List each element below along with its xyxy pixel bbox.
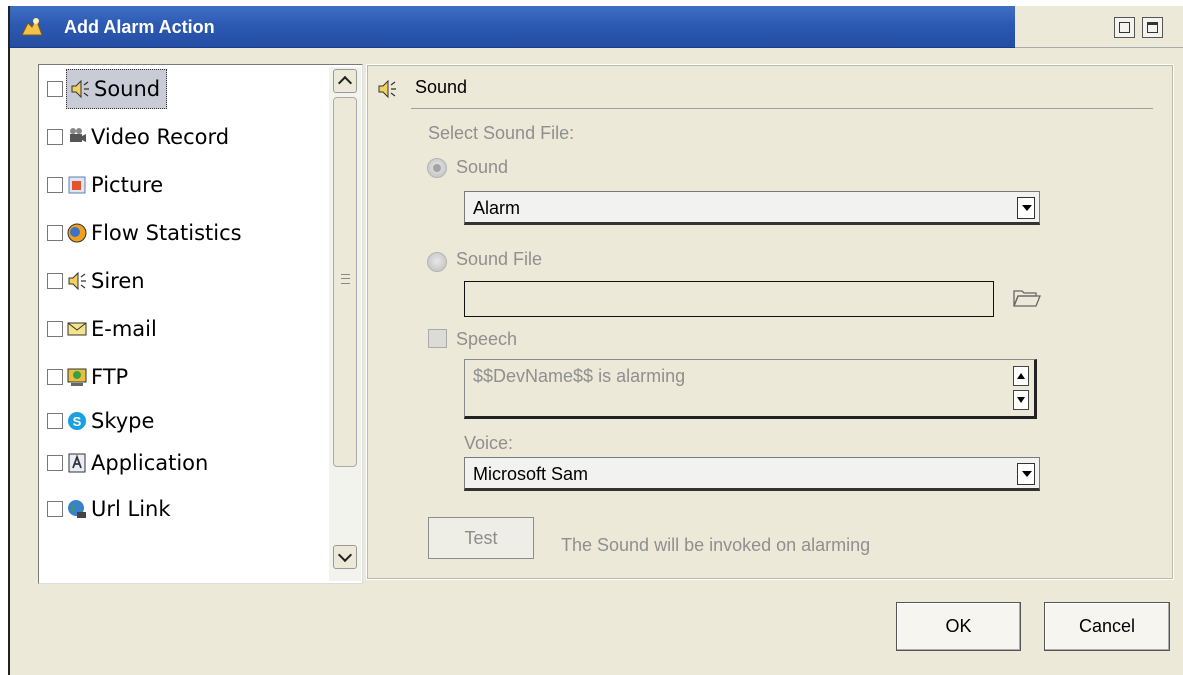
list-item-label: Url Link	[91, 497, 171, 521]
picture-icon	[68, 176, 86, 194]
app-icon	[21, 17, 43, 36]
list-item-label: Skype	[91, 409, 155, 433]
list-scrollbar[interactable]	[329, 67, 361, 581]
test-button[interactable]: Test	[428, 517, 534, 559]
grip-icon	[341, 274, 350, 284]
action-list[interactable]: Sound Video Record Picture Flow Statisti…	[38, 64, 363, 584]
title-bar[interactable]: Add Alarm Action	[10, 6, 1015, 48]
list-item-label: Picture	[91, 173, 164, 197]
application-checkbox[interactable]	[47, 455, 63, 471]
list-item-ftp[interactable]: FTP	[47, 357, 128, 397]
scrollbar-thumb[interactable]	[333, 97, 357, 467]
cancel-button[interactable]: Cancel	[1044, 602, 1170, 651]
application-icon	[68, 453, 86, 473]
picture-checkbox[interactable]	[47, 177, 63, 193]
video-record-checkbox[interactable]	[47, 129, 63, 145]
list-item-siren[interactable]: Siren	[47, 261, 145, 301]
list-item-label: Sound	[94, 77, 161, 101]
list-item-label: Video Record	[91, 125, 230, 149]
list-item-label: Flow Statistics	[91, 221, 242, 245]
folder-open-icon[interactable]	[1012, 287, 1042, 309]
globe-icon	[68, 500, 86, 518]
divider	[411, 108, 1153, 109]
sound-checkbox[interactable]	[47, 81, 63, 97]
sound-radio-label: Sound	[456, 157, 509, 177]
url-link-checkbox[interactable]	[47, 501, 63, 517]
list-item-label: FTP	[91, 365, 129, 389]
dropdown-arrow-icon[interactable]	[1017, 197, 1035, 219]
scroll-up-arrow-icon[interactable]	[1013, 366, 1029, 386]
list-item-skype[interactable]: S Skype	[47, 401, 154, 441]
list-item-sound[interactable]: Sound	[47, 69, 168, 109]
siren-checkbox[interactable]	[47, 273, 63, 289]
sound-file-input[interactable]	[464, 281, 994, 317]
maximize-icon	[1147, 22, 1158, 33]
sound-select-value: Alarm	[473, 198, 521, 218]
flow-statistics-checkbox[interactable]	[47, 225, 63, 241]
list-item-label: E-mail	[91, 317, 157, 341]
list-item-label: Application	[91, 451, 209, 475]
sound-file-radio-label: Sound File	[456, 249, 543, 269]
scroll-up-button[interactable]	[333, 69, 357, 93]
list-item-email[interactable]: E-mail	[47, 309, 157, 349]
speaker-icon	[71, 79, 89, 99]
voice-select-value: Microsoft Sam	[473, 464, 589, 484]
restore-button[interactable]	[1114, 17, 1135, 38]
list-item-video-record[interactable]: Video Record	[47, 117, 229, 157]
ftp-icon	[67, 368, 87, 386]
voice-select[interactable]: Microsoft Sam	[464, 457, 1040, 491]
sound-radio[interactable]	[427, 158, 447, 178]
list-item-application[interactable]: Application	[47, 443, 208, 483]
list-item-label: Siren	[91, 269, 145, 293]
sound-select[interactable]: Alarm	[464, 191, 1040, 225]
select-sound-file-label: Select Sound File:	[428, 123, 575, 143]
list-item-flow-statistics[interactable]: Flow Statistics	[47, 213, 242, 253]
voice-label: Voice:	[464, 433, 514, 453]
panel-title: Sound	[415, 77, 468, 97]
sound-settings-panel: Sound Select Sound File: Sound Alarm Sou…	[366, 64, 1174, 580]
list-item-url-link[interactable]: Url Link	[47, 489, 171, 529]
info-text: The Sound will be invoked on alarming	[561, 535, 871, 555]
dropdown-arrow-icon[interactable]	[1017, 463, 1035, 485]
email-checkbox[interactable]	[47, 321, 63, 337]
restore-icon	[1119, 22, 1130, 33]
speaker-icon	[68, 271, 86, 291]
speech-text-value: $$DevName$$ is alarming	[473, 366, 686, 386]
maximize-button[interactable]	[1142, 17, 1163, 38]
svg-text:S: S	[73, 414, 82, 429]
speech-text-area[interactable]: $$DevName$$ is alarming	[464, 359, 1037, 419]
skype-checkbox[interactable]	[47, 413, 63, 429]
ok-button[interactable]: OK	[896, 602, 1021, 651]
ftp-checkbox[interactable]	[47, 369, 63, 385]
speech-label: Speech	[456, 329, 518, 349]
scroll-down-button[interactable]	[333, 545, 357, 569]
add-alarm-action-dialog: Add Alarm Action Sound Video Record Pict…	[8, 6, 1183, 675]
skype-icon: S	[68, 412, 86, 430]
list-item-picture[interactable]: Picture	[47, 165, 163, 205]
speech-checkbox[interactable]	[428, 329, 447, 348]
scroll-down-arrow-icon[interactable]	[1013, 390, 1029, 410]
envelope-icon	[67, 322, 87, 336]
window-title: Add Alarm Action	[64, 17, 215, 37]
video-camera-icon	[70, 128, 86, 142]
flow-statistics-icon	[67, 223, 87, 243]
sound-file-radio[interactable]	[427, 252, 447, 272]
speaker-icon	[378, 79, 396, 99]
